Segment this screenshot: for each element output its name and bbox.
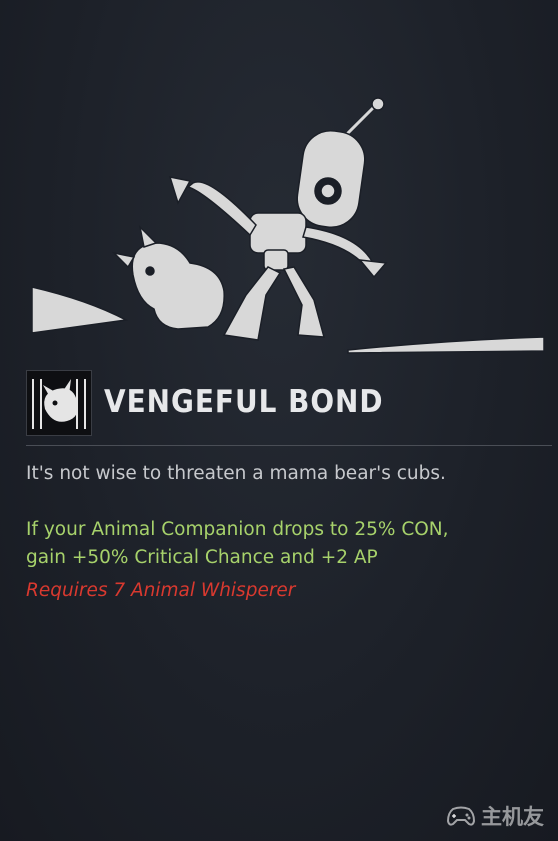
gamepad-icon (447, 806, 475, 826)
perk-header: VENGEFUL BOND (26, 370, 552, 438)
header-divider (26, 445, 552, 446)
perk-title: VENGEFUL BOND (104, 384, 384, 420)
effect-line-1: If your Animal Companion drops to 25% CO… (26, 519, 449, 540)
flavor-text: It's not wise to threaten a mama bear's … (26, 463, 446, 484)
perk-icon (26, 370, 92, 436)
watermark-text: 主机友 (481, 805, 544, 829)
perk-card: VENGEFUL BOND It's not wise to threaten … (0, 0, 558, 841)
perk-illustration (28, 95, 548, 360)
watermark: 主机友 (447, 803, 544, 829)
perk-effect: If your Animal Companion drops to 25% CO… (26, 516, 546, 572)
effect-line-2: gain +50% Critical Chance and +2 AP (26, 547, 378, 568)
perk-requirement: Requires 7 Animal Whisperer (26, 580, 296, 601)
